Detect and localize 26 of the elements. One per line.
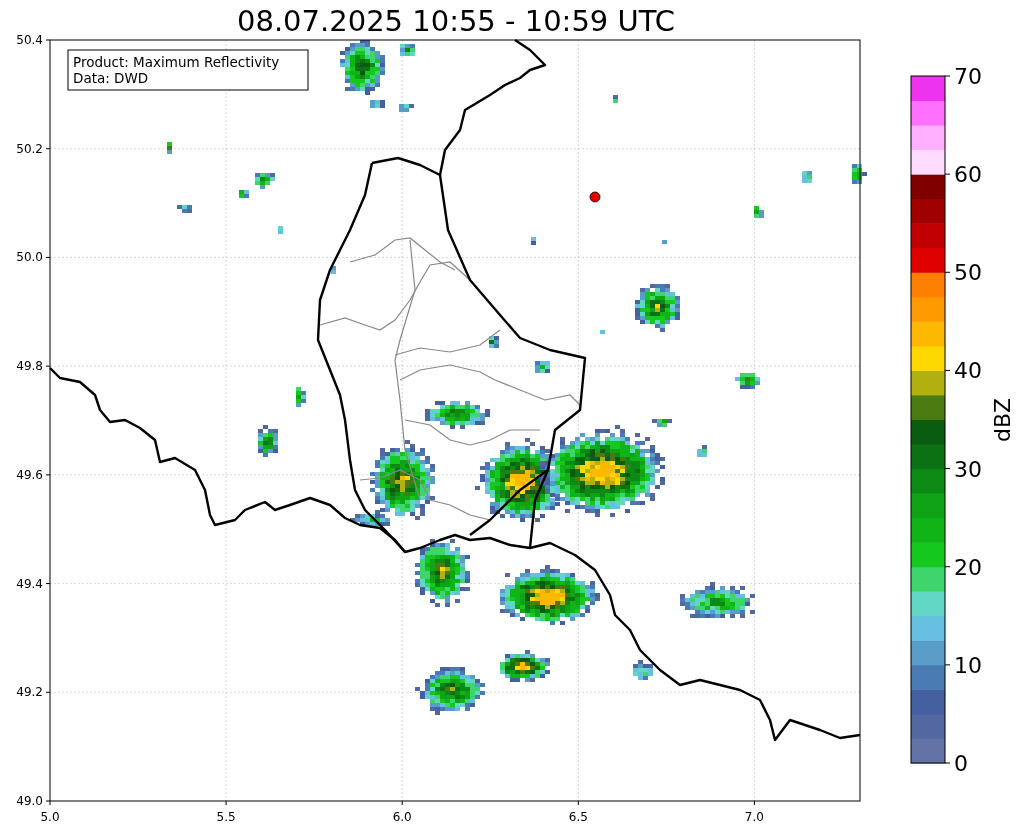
y-tick-label: 49.8 xyxy=(16,359,43,374)
colorbar-tick-label: 0 xyxy=(954,751,968,776)
colorbar-label: dBZ xyxy=(990,397,1015,443)
x-tick-label: 6.5 xyxy=(568,810,588,824)
info-text: Data: DWD xyxy=(73,70,149,86)
x-tick-label: 5.5 xyxy=(216,810,236,824)
x-tick-label: 5.0 xyxy=(40,810,60,824)
colorbar-tick-label: 40 xyxy=(954,358,982,384)
y-tick-label: 49.4 xyxy=(16,576,43,591)
x-tick-label: 7.0 xyxy=(744,810,764,824)
colorbar-tick-label: 20 xyxy=(954,554,982,580)
colorbar-tick-label: 10 xyxy=(954,652,982,678)
y-tick-label: 50.0 xyxy=(16,250,43,265)
radar-site-marker xyxy=(589,191,601,203)
colorbar-tick-label: 60 xyxy=(954,162,982,188)
y-tick-label: 49.2 xyxy=(16,685,43,700)
colorbar-tick-label: 50 xyxy=(954,260,982,286)
x-tick-label: 6.0 xyxy=(392,810,412,824)
info-text: Product: Maximum Reflectivity xyxy=(73,54,280,70)
colorbar-tick-label: 70 xyxy=(954,64,982,89)
y-tick-label: 49.0 xyxy=(16,794,43,808)
chart-title: 08.07.2025 10:55 - 10:59 UTC xyxy=(237,4,675,38)
y-tick-label: 50.2 xyxy=(16,141,43,156)
y-tick-label: 49.6 xyxy=(16,467,43,482)
colorbar-tick-label: 30 xyxy=(954,456,982,482)
y-tick-label: 50.4 xyxy=(16,33,43,47)
